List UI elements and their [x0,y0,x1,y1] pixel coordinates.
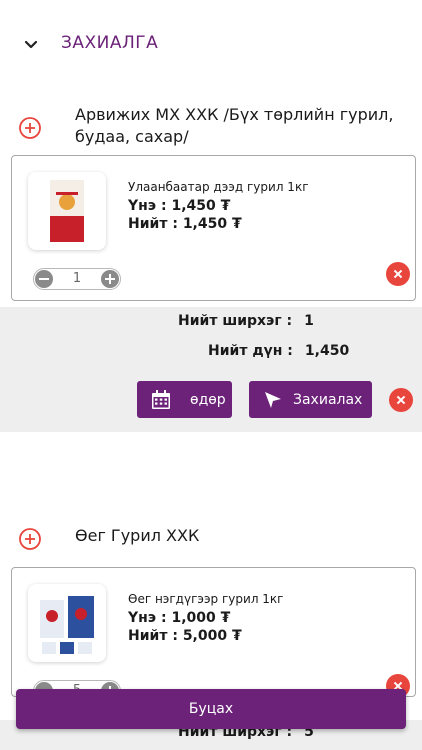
vendor-row: Өег Гурил ХХК [0,524,422,554]
product-name: Улаанбаатар дээд гурил 1кг [128,180,309,194]
plus-icon[interactable] [101,270,119,288]
total-count-label: Нийт ширхэг : [178,313,293,329]
total-value: 1,450 ₮ [182,216,242,232]
product-total: Нийт : 1,450 ₮ [128,216,242,232]
vendor-row: Арвижих МХ ХХК /Бүх төрлийн гурил, будаа… [0,104,422,154]
total-count: Нийт ширхэг : 1 [178,313,314,329]
quantity-value[interactable]: 1 [56,271,98,286]
order-button-label: Захиалах [293,391,363,408]
total-count-value: 1 [304,313,314,329]
date-button-label: өдөр [190,391,226,408]
back-button[interactable]: Буцах [16,689,406,729]
total-sum-label: Нийт дүн : [208,343,293,359]
date-button[interactable]: өдөр [137,381,232,418]
vendor-name: Өег Гурил ХХК [75,526,200,545]
minus-icon[interactable] [35,270,53,288]
total-label: Нийт : [128,628,178,644]
product-image [28,172,106,250]
total-sum-value: 1,450 [304,343,350,359]
product-image [28,584,106,662]
total-label: Нийт : [128,216,178,232]
product-card: Улаанбаатар дээд гурил 1кг Үнэ : 1,450 ₮… [11,155,416,301]
remove-order-icon[interactable] [389,388,413,412]
order-summary: Нийт ширхэг : 1 Нийт дүн : 1,450 өдөр Захи… [0,307,422,432]
product-price: Үнэ : 1,000 ₮ [128,610,230,626]
price-value: 1,000 ₮ [171,610,231,626]
chevron-down-icon[interactable] [22,36,40,54]
total-value: 5,000 ₮ [182,628,242,644]
page-title: ЗАХИАЛГА [61,33,159,53]
order-button[interactable]: Захиалах [249,381,372,418]
send-icon [265,391,281,408]
price-label: Үнэ : [128,610,167,626]
add-circle-icon[interactable] [18,527,42,551]
remove-item-icon[interactable] [386,262,410,286]
total-sum: Нийт дүн : 1,450 [208,343,349,359]
product-card: Өег нэгдүгээр гурил 1кг Үнэ : 1,000 ₮ Ни… [11,567,416,702]
price-label: Үнэ : [128,198,167,214]
quantity-stepper: 1 [33,268,121,290]
add-circle-icon[interactable] [18,116,42,140]
vendor-name: Арвижих МХ ХХК /Бүх төрлийн гурил, будаа… [75,105,394,146]
header: ЗАХИАЛГА [0,0,422,90]
product-total: Нийт : 5,000 ₮ [128,628,242,644]
product-name: Өег нэгдүгээр гурил 1кг [128,592,284,606]
product-price: Үнэ : 1,450 ₮ [128,198,230,214]
calendar-icon [152,389,170,409]
price-value: 1,450 ₮ [171,198,231,214]
